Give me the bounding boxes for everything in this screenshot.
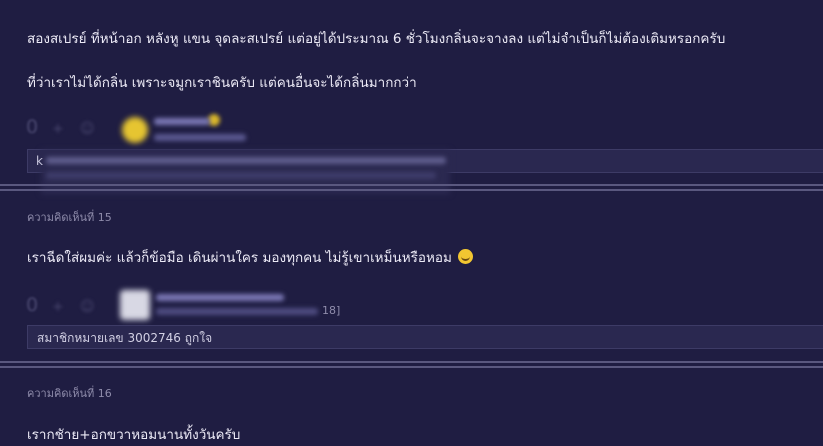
- comment-text: เราฉีดใส่ผมค่ะ แล้วก็ข้อมือ เดินผ่านใคร …: [27, 246, 473, 268]
- emotion-icon[interactable]: ☺: [80, 121, 95, 137]
- plus-icon[interactable]: +: [52, 299, 64, 315]
- username-blurred[interactable]: [156, 294, 284, 301]
- comment-text-line: ที่ว่าเราไม่ได้กลิ่น เพราะจมูกเราชินครับ…: [27, 75, 417, 91]
- comment-text-line: สองสเปรย์ ที่หน้าอก หลังหู แขน จุดละสเปร…: [27, 31, 726, 47]
- plus-icon[interactable]: +: [52, 121, 64, 137]
- reaction-bar-prefix: k: [36, 154, 43, 168]
- divider: [0, 366, 823, 368]
- reaction-members-blurred: [46, 172, 436, 179]
- comment-number: ความคิดเห็นที่ 16: [27, 387, 112, 400]
- timestamp: 18]: [322, 304, 341, 317]
- reaction-members-blurred: [46, 157, 446, 164]
- divider: [0, 189, 823, 191]
- timestamp-blurred: [154, 134, 246, 141]
- avatar[interactable]: [122, 117, 148, 143]
- vote-count: 0: [26, 116, 39, 138]
- emotion-icon[interactable]: ☺: [80, 299, 95, 315]
- reaction-bar: สมาชิกหมายเลข 3002746 ถูกใจ: [27, 325, 823, 349]
- grinning-face-icon: [457, 249, 473, 264]
- divider: [0, 184, 823, 186]
- comment-text: เรากชัาย+อกขวาหอมนานทั้งวันครับ: [27, 427, 241, 443]
- username-blurred[interactable]: [154, 118, 210, 125]
- avatar[interactable]: [120, 290, 150, 320]
- divider: [0, 361, 823, 363]
- vote-count: 0: [26, 294, 39, 316]
- comment-number: ความคิดเห็นที่ 15: [27, 211, 112, 224]
- timestamp-blurred: [156, 308, 318, 315]
